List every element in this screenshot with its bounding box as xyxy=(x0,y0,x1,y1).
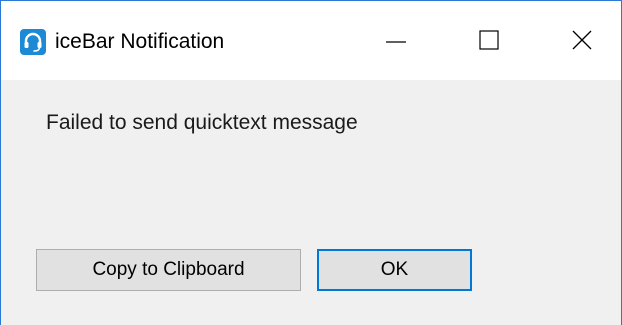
title-bar[interactable]: iceBar Notification xyxy=(1,0,621,80)
dialog-window: iceBar Notification Failed to send quick… xyxy=(0,0,622,325)
window-title: iceBar Notification xyxy=(55,30,225,53)
copy-to-clipboard-button[interactable]: Copy to Clipboard xyxy=(36,249,301,291)
close-icon xyxy=(572,30,592,50)
dialog-content: Failed to send quicktext message Copy to… xyxy=(1,80,621,325)
ok-button[interactable]: OK xyxy=(317,249,472,291)
headset-icon xyxy=(20,29,46,55)
close-button[interactable] xyxy=(552,17,612,67)
minimize-button[interactable] xyxy=(366,17,426,67)
maximize-icon xyxy=(479,30,499,50)
minimize-icon xyxy=(386,41,406,43)
notification-message: Failed to send quicktext message xyxy=(46,111,358,134)
maximize-button[interactable] xyxy=(459,17,519,67)
